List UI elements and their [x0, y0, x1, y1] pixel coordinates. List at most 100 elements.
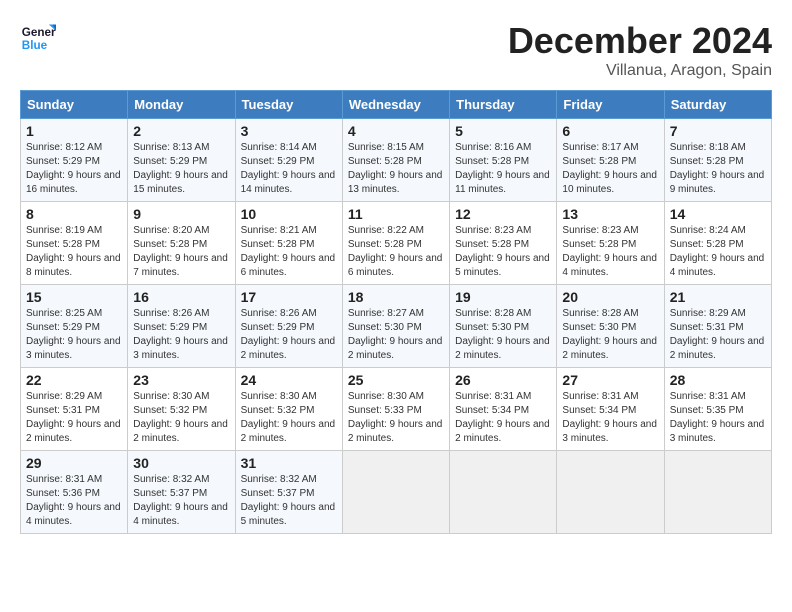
logo-icon: General Blue — [20, 20, 56, 56]
day-number: 26 — [455, 372, 551, 388]
day-info: Sunrise: 8:32 AM Sunset: 5:37 PM Dayligh… — [241, 473, 337, 529]
day-info: Sunrise: 8:20 AM Sunset: 5:28 PM Dayligh… — [133, 224, 229, 280]
calendar-table: Sunday Monday Tuesday Wednesday Thursday… — [20, 90, 772, 534]
calendar-row: 1 Sunrise: 8:12 AM Sunset: 5:29 PM Dayli… — [21, 119, 772, 202]
day-number: 6 — [562, 123, 658, 139]
day-number: 14 — [670, 206, 766, 222]
day-number: 20 — [562, 289, 658, 305]
day-info: Sunrise: 8:28 AM Sunset: 5:30 PM Dayligh… — [455, 307, 551, 363]
day-number: 15 — [26, 289, 122, 305]
page-header: General Blue December 2024 Villanua, Ara… — [20, 20, 772, 80]
table-row: 6 Sunrise: 8:17 AM Sunset: 5:28 PM Dayli… — [557, 119, 664, 202]
table-row: 8 Sunrise: 8:19 AM Sunset: 5:28 PM Dayli… — [21, 202, 128, 285]
day-number: 4 — [348, 123, 444, 139]
table-row: 15 Sunrise: 8:25 AM Sunset: 5:29 PM Dayl… — [21, 285, 128, 368]
day-info: Sunrise: 8:24 AM Sunset: 5:28 PM Dayligh… — [670, 224, 766, 280]
day-info: Sunrise: 8:30 AM Sunset: 5:32 PM Dayligh… — [241, 390, 337, 446]
col-monday: Monday — [128, 91, 235, 119]
table-row: 16 Sunrise: 8:26 AM Sunset: 5:29 PM Dayl… — [128, 285, 235, 368]
table-row — [664, 451, 771, 534]
day-number: 30 — [133, 455, 229, 471]
day-number: 11 — [348, 206, 444, 222]
table-row: 4 Sunrise: 8:15 AM Sunset: 5:28 PM Dayli… — [342, 119, 449, 202]
day-number: 22 — [26, 372, 122, 388]
table-row: 9 Sunrise: 8:20 AM Sunset: 5:28 PM Dayli… — [128, 202, 235, 285]
table-row: 24 Sunrise: 8:30 AM Sunset: 5:32 PM Dayl… — [235, 368, 342, 451]
table-row: 29 Sunrise: 8:31 AM Sunset: 5:36 PM Dayl… — [21, 451, 128, 534]
day-number: 21 — [670, 289, 766, 305]
day-number: 16 — [133, 289, 229, 305]
day-info: Sunrise: 8:27 AM Sunset: 5:30 PM Dayligh… — [348, 307, 444, 363]
day-info: Sunrise: 8:31 AM Sunset: 5:35 PM Dayligh… — [670, 390, 766, 446]
col-saturday: Saturday — [664, 91, 771, 119]
day-number: 25 — [348, 372, 444, 388]
day-info: Sunrise: 8:29 AM Sunset: 5:31 PM Dayligh… — [26, 390, 122, 446]
day-info: Sunrise: 8:14 AM Sunset: 5:29 PM Dayligh… — [241, 141, 337, 197]
table-row: 23 Sunrise: 8:30 AM Sunset: 5:32 PM Dayl… — [128, 368, 235, 451]
day-number: 8 — [26, 206, 122, 222]
table-row: 7 Sunrise: 8:18 AM Sunset: 5:28 PM Dayli… — [664, 119, 771, 202]
day-number: 23 — [133, 372, 229, 388]
day-number: 24 — [241, 372, 337, 388]
day-info: Sunrise: 8:26 AM Sunset: 5:29 PM Dayligh… — [133, 307, 229, 363]
table-row: 31 Sunrise: 8:32 AM Sunset: 5:37 PM Dayl… — [235, 451, 342, 534]
day-info: Sunrise: 8:12 AM Sunset: 5:29 PM Dayligh… — [26, 141, 122, 197]
table-row — [342, 451, 449, 534]
calendar-row: 22 Sunrise: 8:29 AM Sunset: 5:31 PM Dayl… — [21, 368, 772, 451]
table-row: 22 Sunrise: 8:29 AM Sunset: 5:31 PM Dayl… — [21, 368, 128, 451]
title-section: December 2024 Villanua, Aragon, Spain — [508, 20, 772, 80]
day-info: Sunrise: 8:30 AM Sunset: 5:32 PM Dayligh… — [133, 390, 229, 446]
day-number: 12 — [455, 206, 551, 222]
day-number: 29 — [26, 455, 122, 471]
col-thursday: Thursday — [450, 91, 557, 119]
day-number: 28 — [670, 372, 766, 388]
day-number: 5 — [455, 123, 551, 139]
table-row: 2 Sunrise: 8:13 AM Sunset: 5:29 PM Dayli… — [128, 119, 235, 202]
day-number: 17 — [241, 289, 337, 305]
day-number: 9 — [133, 206, 229, 222]
day-number: 3 — [241, 123, 337, 139]
day-number: 27 — [562, 372, 658, 388]
day-info: Sunrise: 8:16 AM Sunset: 5:28 PM Dayligh… — [455, 141, 551, 197]
calendar-row: 29 Sunrise: 8:31 AM Sunset: 5:36 PM Dayl… — [21, 451, 772, 534]
table-row: 5 Sunrise: 8:16 AM Sunset: 5:28 PM Dayli… — [450, 119, 557, 202]
table-row: 3 Sunrise: 8:14 AM Sunset: 5:29 PM Dayli… — [235, 119, 342, 202]
day-info: Sunrise: 8:26 AM Sunset: 5:29 PM Dayligh… — [241, 307, 337, 363]
table-row: 21 Sunrise: 8:29 AM Sunset: 5:31 PM Dayl… — [664, 285, 771, 368]
table-row: 1 Sunrise: 8:12 AM Sunset: 5:29 PM Dayli… — [21, 119, 128, 202]
logo: General Blue — [20, 20, 56, 56]
day-info: Sunrise: 8:23 AM Sunset: 5:28 PM Dayligh… — [455, 224, 551, 280]
table-row — [450, 451, 557, 534]
day-info: Sunrise: 8:31 AM Sunset: 5:34 PM Dayligh… — [562, 390, 658, 446]
day-number: 19 — [455, 289, 551, 305]
day-info: Sunrise: 8:31 AM Sunset: 5:36 PM Dayligh… — [26, 473, 122, 529]
day-number: 2 — [133, 123, 229, 139]
table-row: 30 Sunrise: 8:32 AM Sunset: 5:37 PM Dayl… — [128, 451, 235, 534]
day-info: Sunrise: 8:23 AM Sunset: 5:28 PM Dayligh… — [562, 224, 658, 280]
table-row: 14 Sunrise: 8:24 AM Sunset: 5:28 PM Dayl… — [664, 202, 771, 285]
weekday-header-row: Sunday Monday Tuesday Wednesday Thursday… — [21, 91, 772, 119]
day-number: 1 — [26, 123, 122, 139]
table-row: 12 Sunrise: 8:23 AM Sunset: 5:28 PM Dayl… — [450, 202, 557, 285]
day-info: Sunrise: 8:21 AM Sunset: 5:28 PM Dayligh… — [241, 224, 337, 280]
col-wednesday: Wednesday — [342, 91, 449, 119]
day-info: Sunrise: 8:18 AM Sunset: 5:28 PM Dayligh… — [670, 141, 766, 197]
day-info: Sunrise: 8:22 AM Sunset: 5:28 PM Dayligh… — [348, 224, 444, 280]
table-row: 18 Sunrise: 8:27 AM Sunset: 5:30 PM Dayl… — [342, 285, 449, 368]
table-row: 26 Sunrise: 8:31 AM Sunset: 5:34 PM Dayl… — [450, 368, 557, 451]
day-info: Sunrise: 8:30 AM Sunset: 5:33 PM Dayligh… — [348, 390, 444, 446]
day-info: Sunrise: 8:28 AM Sunset: 5:30 PM Dayligh… — [562, 307, 658, 363]
day-info: Sunrise: 8:19 AM Sunset: 5:28 PM Dayligh… — [26, 224, 122, 280]
table-row — [557, 451, 664, 534]
table-row: 27 Sunrise: 8:31 AM Sunset: 5:34 PM Dayl… — [557, 368, 664, 451]
svg-text:General: General — [22, 26, 56, 39]
month-title: December 2024 — [508, 20, 772, 62]
table-row: 19 Sunrise: 8:28 AM Sunset: 5:30 PM Dayl… — [450, 285, 557, 368]
day-number: 31 — [241, 455, 337, 471]
day-info: Sunrise: 8:15 AM Sunset: 5:28 PM Dayligh… — [348, 141, 444, 197]
day-info: Sunrise: 8:17 AM Sunset: 5:28 PM Dayligh… — [562, 141, 658, 197]
day-info: Sunrise: 8:31 AM Sunset: 5:34 PM Dayligh… — [455, 390, 551, 446]
table-row: 17 Sunrise: 8:26 AM Sunset: 5:29 PM Dayl… — [235, 285, 342, 368]
day-number: 18 — [348, 289, 444, 305]
table-row: 28 Sunrise: 8:31 AM Sunset: 5:35 PM Dayl… — [664, 368, 771, 451]
